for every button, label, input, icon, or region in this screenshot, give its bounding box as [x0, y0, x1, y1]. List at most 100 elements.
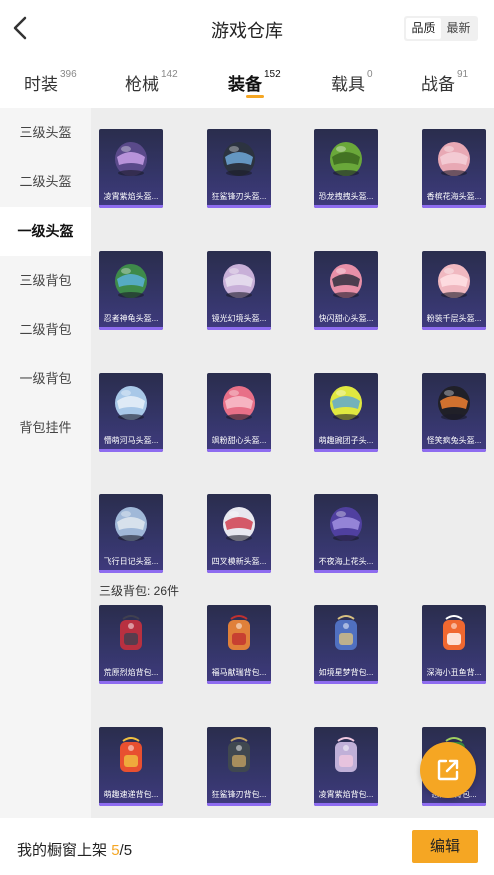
helmet-icon [223, 142, 255, 176]
sidebar-item-helmet-lv3[interactable]: 三级头盔 [0, 108, 91, 157]
rarity-bar [99, 803, 163, 806]
item-name: 萌趣速递背包... [103, 790, 159, 799]
sidebar-item-helmet-lv1[interactable]: 一级头盔 [0, 207, 91, 256]
helmet-icon [438, 264, 470, 298]
rarity-bar [99, 205, 163, 208]
rarity-bar [207, 327, 271, 330]
helmet-icon [438, 142, 470, 176]
item-name: 四叉模新头盔... [211, 557, 267, 566]
helmet-card[interactable]: 忍者神龟头盔... [99, 251, 163, 330]
rarity-bar [422, 449, 486, 452]
tab-count: 91 [457, 69, 469, 80]
tab-count: 142 [161, 69, 178, 80]
item-name: 狂鲨锋刃头盔... [211, 192, 267, 201]
item-name: 恐龙拽拽头盔... [318, 192, 374, 201]
backpack-card[interactable]: 狂鲨锋刃背包... [207, 727, 271, 806]
rarity-bar [207, 570, 271, 573]
helmet-icon [223, 507, 255, 541]
backpack-icon [335, 737, 357, 772]
rarity-bar [314, 681, 378, 684]
rarity-bar [314, 803, 378, 806]
backpack-card[interactable]: 深海小丑鱼背... [422, 605, 486, 684]
showcase-label: 我的橱窗上架 [17, 842, 108, 859]
helmet-card[interactable]: 怪笑疯兔头盔... [422, 373, 486, 452]
helmet-icon [115, 386, 147, 420]
tab-equipment[interactable]: 装备152 [228, 69, 281, 95]
showcase-total: /5 [119, 842, 133, 859]
helmet-card[interactable]: 飒粉甜心头盔... [207, 373, 271, 452]
backpack-icon [335, 615, 357, 650]
helmet-card[interactable]: 不夜海上花头... [314, 494, 378, 573]
sidebar-item-backpack-lv2[interactable]: 二级背包 [0, 305, 91, 354]
backpack-card[interactable]: 福马献瑞背包... [207, 605, 271, 684]
helmet-card[interactable]: 萌趣豌团子头... [314, 373, 378, 452]
helmet-icon [115, 264, 147, 298]
helmet-icon [438, 386, 470, 420]
item-name: 萌趣豌团子头... [318, 436, 374, 445]
backpack-icon [228, 615, 250, 650]
rarity-bar [422, 803, 486, 806]
item-grid: 三级背包: 26件 凌霄紫焰头盔... 狂鲨锋刃头盔... 恐龙拽拽头盔... 香槟花… [91, 108, 494, 818]
backpack-card[interactable]: 如境星梦背包... [314, 605, 378, 684]
showcase-current: 5 [111, 842, 120, 859]
tab-label: 战备 [421, 75, 455, 94]
rarity-bar [314, 205, 378, 208]
item-name: 深海小丑鱼背... [426, 668, 482, 677]
rarity-bar [99, 570, 163, 573]
rarity-bar [207, 205, 271, 208]
helmet-icon [223, 386, 255, 420]
item-name: 狂鲨锋刃背包... [211, 790, 267, 799]
sort-option-newest[interactable]: 最新 [441, 18, 476, 39]
sidebar-item-backpack-lv3[interactable]: 三级背包 [0, 256, 91, 305]
footer: 我的橱窗上架 5/5 编辑 [0, 818, 494, 875]
item-name: 荒原烈焰背包... [103, 668, 159, 677]
rarity-bar [314, 327, 378, 330]
rarity-bar [422, 205, 486, 208]
helmet-card[interactable]: 快闪甜心头盔... [314, 251, 378, 330]
backpack-icon [443, 615, 465, 650]
section-title: 三级背包: 26件 [99, 584, 180, 598]
rarity-bar [422, 681, 486, 684]
item-name: 飞行日记头盔... [103, 557, 159, 566]
item-name: 福马献瑞背包... [211, 668, 267, 677]
backpack-card[interactable]: 萌趣速递背包... [99, 727, 163, 806]
item-name: 镜光幻境头盔... [211, 314, 267, 323]
rarity-bar [207, 803, 271, 806]
helmet-card[interactable]: 四叉模新头盔... [207, 494, 271, 573]
rarity-bar [314, 449, 378, 452]
sidebar-item-backpack-charm[interactable]: 背包挂件 [0, 403, 91, 452]
tab-fashion[interactable]: 时装396 [24, 69, 77, 95]
sort-option-quality[interactable]: 品质 [406, 18, 441, 39]
helmet-card[interactable]: 狂鲨锋刃头盔... [207, 129, 271, 208]
sort-toggle: 品质 最新 [404, 16, 478, 41]
tab-label: 装备 [228, 75, 262, 94]
tab-count: 0 [367, 69, 373, 80]
helmet-card[interactable]: 恐龙拽拽头盔... [314, 129, 378, 208]
backpack-icon [228, 737, 250, 772]
rarity-bar [99, 327, 163, 330]
tab-battle-prep[interactable]: 战备91 [421, 69, 469, 95]
helmet-icon [330, 264, 362, 298]
helmet-card[interactable]: 粉装千层头盔... [422, 251, 486, 330]
helmet-card[interactable]: 凌霄紫焰头盔... [99, 129, 163, 208]
sidebar-item-helmet-lv2[interactable]: 二级头盔 [0, 157, 91, 206]
rarity-bar [99, 681, 163, 684]
backpack-icon [120, 737, 142, 772]
helmet-card[interactable]: 懵萌河马头盔... [99, 373, 163, 452]
backpack-card[interactable]: 荒原烈焰背包... [99, 605, 163, 684]
helmet-card[interactable]: 飞行日记头盔... [99, 494, 163, 573]
tab-label: 时装 [24, 75, 58, 94]
edit-button[interactable]: 编辑 [412, 830, 478, 863]
helmet-card[interactable]: 镜光幻境头盔... [207, 251, 271, 330]
backpack-card[interactable]: 凌霄紫焰背包... [314, 727, 378, 806]
helmet-card[interactable]: 香槟花海头盔... [422, 129, 486, 208]
showcase-count: 我的橱窗上架 5/5 [17, 839, 132, 860]
helmet-icon [115, 507, 147, 541]
share-external-icon[interactable] [420, 742, 476, 798]
tab-count: 396 [60, 69, 77, 80]
tab-label: 枪械 [125, 75, 159, 94]
sidebar-item-backpack-lv1[interactable]: 一级背包 [0, 354, 91, 403]
tab-guns[interactable]: 枪械142 [125, 69, 178, 95]
tab-vehicles[interactable]: 载具0 [331, 69, 373, 95]
helmet-icon [330, 507, 362, 541]
